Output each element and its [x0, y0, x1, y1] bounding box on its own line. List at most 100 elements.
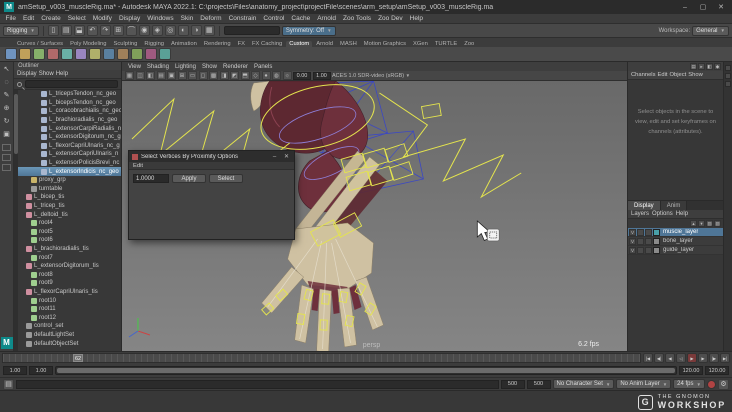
outliner-item[interactable]: L_brachioradialis_tis	[18, 245, 121, 254]
animation-preferences-icon[interactable]: ⚙	[718, 378, 729, 390]
move-tool[interactable]: ⊕	[1, 103, 13, 115]
camera-attrs-icon[interactable]: ◧	[146, 71, 155, 80]
redo-icon[interactable]: ↷	[99, 25, 111, 36]
shelf-tab[interactable]: Arnold	[313, 41, 336, 47]
outliner-item[interactable]: root7	[18, 253, 121, 262]
outliner-item[interactable]: L_coracobrachialis_nc_geo	[18, 107, 121, 116]
shelf-tab[interactable]: Zoo	[461, 41, 477, 47]
outliner-item[interactable]: L_flexorCapriUlnaris_nc_g	[18, 142, 121, 151]
viewport-menu-item[interactable]: View	[126, 64, 143, 70]
outliner-item[interactable]: L_extensorCarpiRadialis_n	[18, 124, 121, 133]
menu-item[interactable]: Display	[115, 15, 143, 22]
shelf-tool-10[interactable]	[131, 48, 143, 60]
menu-item[interactable]: Constrain	[225, 15, 260, 22]
new-scene-icon[interactable]: ▯	[47, 25, 59, 36]
anim-layer-selector[interactable]: No Anim Layer ▼	[616, 379, 672, 389]
shelf-tool-2[interactable]	[19, 48, 31, 60]
textured-icon[interactable]: ◍	[272, 71, 281, 80]
attribute-editor-tab-icon[interactable]	[725, 73, 731, 79]
current-time-marker[interactable]: 62	[73, 354, 84, 362]
outliner-item[interactable]: L_extensorDigitorum_tis	[18, 262, 121, 271]
layer-row[interactable]: V muscle_layer	[628, 228, 723, 237]
dialog-menu-item[interactable]: Edit	[133, 163, 143, 169]
shelf-tab[interactable]: Curves / Surfaces	[14, 41, 66, 47]
render-settings-icon[interactable]: ▦	[203, 25, 215, 36]
channel-key-icon[interactable]: ◆	[714, 63, 721, 70]
layer-editor-tab[interactable]: Display	[628, 201, 661, 210]
new-empty-layer-icon[interactable]: ▧	[706, 220, 713, 227]
outliner-item[interactable]: root10	[18, 296, 121, 305]
outliner-menu-item[interactable]: Display	[17, 71, 37, 77]
shelf-tab[interactable]: MASH	[337, 41, 360, 47]
film-gate-icon[interactable]: ▭	[188, 71, 197, 80]
tool-settings-tab-icon[interactable]	[725, 81, 731, 87]
step-forward-frame-button[interactable]: ▶	[698, 353, 708, 363]
channel-box-menu-item[interactable]: Show	[688, 72, 703, 78]
outliner-item[interactable]: root12	[18, 313, 121, 322]
menu-item[interactable]: Modify	[89, 15, 115, 22]
layer-row[interactable]: V bone_layer	[628, 237, 723, 246]
shelf-tab[interactable]: FX Caching	[249, 41, 285, 47]
shelf-tab[interactable]: TURTLE	[432, 41, 460, 47]
menu-item[interactable]: Cache	[288, 15, 314, 22]
layout-single-pane-button[interactable]	[2, 144, 11, 151]
layer-visibility-toggle[interactable]: V	[629, 228, 636, 236]
shelf-tab[interactable]: Rendering	[201, 41, 234, 47]
layout-persp-outliner-button[interactable]	[2, 164, 11, 171]
menu-item[interactable]: Create	[38, 15, 65, 22]
layer-display-type-toggle[interactable]	[645, 246, 652, 254]
gamma-field[interactable]: 1.00	[312, 71, 331, 80]
menu-item[interactable]: File	[2, 15, 19, 22]
outliner-item[interactable]: root8	[18, 270, 121, 279]
menu-set-selector[interactable]: Rigging ▼	[3, 25, 39, 36]
shelf-tab[interactable]: Poly Modeling	[67, 41, 109, 47]
play-forward-button[interactable]: ▶	[687, 353, 697, 363]
shelf-tool-9[interactable]	[117, 48, 129, 60]
resolution-gate-icon[interactable]: ◻	[198, 71, 208, 80]
snap-point-icon[interactable]: ◉	[138, 25, 150, 36]
layer-playback-toggle[interactable]	[637, 228, 644, 236]
outliner-item[interactable]: turntable	[18, 185, 121, 194]
menu-item[interactable]: Windows	[144, 15, 177, 22]
shelf-tab[interactable]: XGen	[410, 41, 431, 47]
lock-camera-icon[interactable]: ◫	[135, 71, 145, 80]
layer-color-swatch[interactable]	[653, 246, 660, 254]
snap-curve-icon[interactable]: ⌒	[125, 25, 137, 36]
menu-item[interactable]: Arnold	[314, 15, 340, 22]
outliner-item[interactable]: L_tricepsTendon_nc_geo	[18, 90, 121, 99]
symmetry-selector[interactable]: Symmetry: Off ▼	[281, 25, 336, 36]
outliner-item[interactable]: proxy_grp	[18, 176, 121, 185]
gate-mask-icon[interactable]: ▩	[209, 71, 218, 80]
channel-display-icon[interactable]: ▤	[690, 63, 697, 70]
layer-editor-menu-item[interactable]: Options	[652, 211, 673, 217]
make-live-icon[interactable]: ◎	[164, 25, 176, 36]
menu-item[interactable]: Skin	[177, 15, 197, 22]
channel-box-menu-item[interactable]: Channels	[631, 72, 656, 78]
outliner-search-input[interactable]	[25, 80, 118, 88]
render-icon[interactable]: ◐	[177, 25, 189, 36]
shelf-tool-11[interactable]	[145, 48, 157, 60]
step-back-frame-button[interactable]: ◀	[665, 353, 675, 363]
menu-item[interactable]: Deform	[197, 15, 225, 22]
character-set-selector[interactable]: No Character Set ▼	[552, 379, 615, 389]
rotate-tool[interactable]: ↻	[1, 116, 13, 128]
step-forward-key-button[interactable]: |▶	[709, 353, 719, 363]
outliner-menu-item[interactable]: Help	[56, 71, 68, 77]
layer-editor-menu-item[interactable]: Layers	[631, 211, 649, 217]
outliner-item[interactable]: L_bicepsTendon_nc_geo	[18, 99, 121, 108]
playback-start-field[interactable]: 1.00	[29, 366, 53, 375]
layer-color-swatch[interactable]	[653, 228, 660, 236]
lighting-icon[interactable]: ☼	[282, 71, 292, 80]
colorspace-selector[interactable]: ACES 1.0 SDR-video (sRGB)	[332, 73, 404, 79]
layer-color-swatch[interactable]	[653, 237, 660, 245]
maximize-button[interactable]: ▢	[696, 3, 710, 11]
channel-speed-icon[interactable]: ▸	[698, 63, 705, 70]
shelf-tool-6[interactable]	[75, 48, 87, 60]
apply-button[interactable]: Apply	[172, 174, 206, 183]
channel-box-menu-item[interactable]: Object	[670, 72, 687, 78]
go-to-end-button[interactable]: ▶|	[720, 353, 730, 363]
script-editor-icon[interactable]: ▤	[3, 378, 14, 390]
menu-item[interactable]: Control	[260, 15, 288, 22]
layer-playback-toggle[interactable]	[637, 246, 644, 254]
fps-selector[interactable]: 24 fps ▼	[673, 379, 705, 389]
